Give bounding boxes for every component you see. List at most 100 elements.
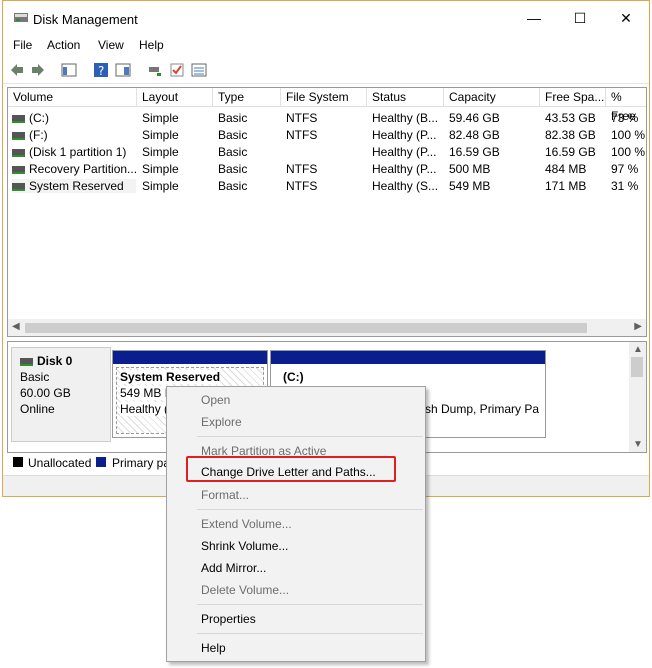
primary-partition-bar [271,351,545,364]
cell-status: Healthy (S... [372,179,439,193]
cell-free-space: 82.38 GB [545,128,596,142]
minimize-button[interactable]: — [511,1,557,35]
highlight-box [186,456,396,482]
drive-icon [12,165,25,174]
menu-item-delete-volume[interactable]: Delete Volume... [201,583,289,597]
column-header-layout[interactable]: Layout [137,88,213,107]
cell-status: Healthy (P... [372,128,437,142]
cell-type: Basic [218,128,248,142]
menu-item-open[interactable]: Open [201,393,230,407]
scroll-up-icon[interactable]: ▲ [633,344,643,355]
menu-bar: File Action View Help [3,35,649,55]
table-row[interactable]: Recovery Partition... Simple Basic NTFS … [8,160,646,177]
menu-separator [197,509,423,510]
column-header-status[interactable]: Status [367,88,444,107]
disk-state: Online [20,402,55,416]
scroll-left-icon[interactable]: ◀ [12,321,20,332]
forward-arrow-icon[interactable] [30,62,46,78]
menu-item-explore[interactable]: Explore [201,415,242,429]
disk-management-icon [14,13,28,22]
menu-separator [197,436,423,437]
menu-action[interactable]: Action [47,38,80,52]
partition-status: Healthy ( [120,402,169,416]
horizontal-scrollbar[interactable]: ◀ ▶ [8,319,646,336]
cell-free-space: 484 MB [545,162,587,176]
menu-item-properties[interactable]: Properties [201,612,256,626]
primary-partition-bar [113,351,267,364]
connect-icon[interactable] [147,62,163,78]
cell-status: Healthy (P... [372,162,437,176]
cell-type: Basic [218,162,248,176]
menu-item-shrink-volume[interactable]: Shrink Volume... [201,539,288,553]
title-bar: Disk Management — ☐ ✕ [3,1,649,35]
cell-file-system: NTFS [286,179,318,193]
cell-capacity: 500 MB [449,162,491,176]
column-header-capacity[interactable]: Capacity [444,88,540,107]
table-row[interactable]: (C:) Simple Basic NTFS Healthy (B... 59.… [8,109,646,126]
vertical-scrollbar[interactable]: ▲ ▼ [629,342,646,452]
cell-free-space: 16.59 GB [545,145,596,159]
cell-volume: (F:) [12,128,136,142]
cell-volume: System Reserved [12,179,136,193]
list-view-icon[interactable] [191,62,207,78]
cell-layout: Simple [142,179,179,193]
column-header-percent-free[interactable]: % Free [606,88,646,123]
primary-swatch [96,457,106,467]
menu-separator [197,633,423,634]
cell-file-system: NTFS [286,111,318,125]
drive-icon [12,148,25,157]
menu-item-extend-volume[interactable]: Extend Volume... [201,517,292,531]
menu-item-help[interactable]: Help [201,641,226,655]
svg-text:?: ? [98,64,104,78]
cell-capacity: 549 MB [449,179,491,193]
table-row[interactable]: (Disk 1 partition 1) Simple Basic Health… [8,143,646,160]
column-header-free-space[interactable]: Free Spa... [540,88,606,107]
menu-file[interactable]: File [13,38,32,52]
disk-size: 60.00 GB [20,386,71,400]
column-header-volume[interactable]: Volume [8,88,137,107]
unallocated-swatch [13,457,23,467]
table-row[interactable]: System Reserved Simple Basic NTFS Health… [8,177,646,194]
scroll-right-icon[interactable]: ▶ [634,321,642,332]
properties-pane-icon[interactable] [115,62,131,78]
maximize-button[interactable]: ☐ [557,1,603,35]
back-arrow-icon[interactable] [9,62,25,78]
cell-percent-free: 100 % [611,128,646,142]
menu-item-add-mirror[interactable]: Add Mirror... [201,561,266,575]
legend-primary: Primary pa [112,456,171,470]
cell-percent-free: 100 % [611,145,646,159]
cell-file-system: NTFS [286,128,318,142]
scroll-thumb[interactable] [25,323,587,333]
cell-free-space: 43.53 GB [545,111,596,125]
checklist-icon[interactable] [169,62,185,78]
cell-free-space: 171 MB [545,179,587,193]
scroll-down-icon[interactable]: ▼ [633,439,643,450]
disk-icon [20,357,33,366]
column-header-file-system[interactable]: File System [281,88,367,107]
disk-0-info[interactable]: Disk 0 Basic 60.00 GB Online [11,347,111,442]
cell-type: Basic [218,179,248,193]
menu-separator [197,604,423,605]
partition-name: (C:) [283,370,304,384]
partition-status: sh Dump, Primary Pa [425,402,540,416]
column-header-type[interactable]: Type [213,88,281,107]
cell-capacity: 59.46 GB [449,111,500,125]
close-button[interactable]: ✕ [603,1,649,35]
legend-unallocated: Unallocated [28,456,92,470]
cell-layout: Simple [142,162,179,176]
table-row[interactable]: (F:) Simple Basic NTFS Healthy (P... 82.… [8,126,646,143]
menu-view[interactable]: View [98,38,124,52]
cell-capacity: 16.59 GB [449,145,500,159]
partition-name: System Reserved [120,370,221,384]
cell-volume: (C:) [12,111,136,125]
cell-layout: Simple [142,111,179,125]
console-tree-icon[interactable] [61,62,77,78]
scroll-thumb[interactable] [631,357,643,377]
menu-help[interactable]: Help [139,38,164,52]
cell-layout: Simple [142,128,179,142]
cell-layout: Simple [142,145,179,159]
cell-percent-free: 31 % [611,179,639,193]
cell-volume: Recovery Partition... [12,162,136,176]
menu-item-format[interactable]: Format... [201,488,249,502]
help-icon[interactable]: ? [93,62,109,78]
